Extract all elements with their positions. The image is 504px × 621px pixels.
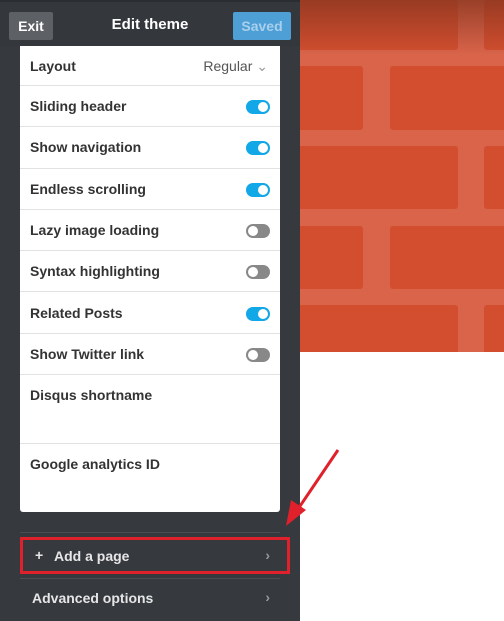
red-arrow-annotation [286,449,340,526]
